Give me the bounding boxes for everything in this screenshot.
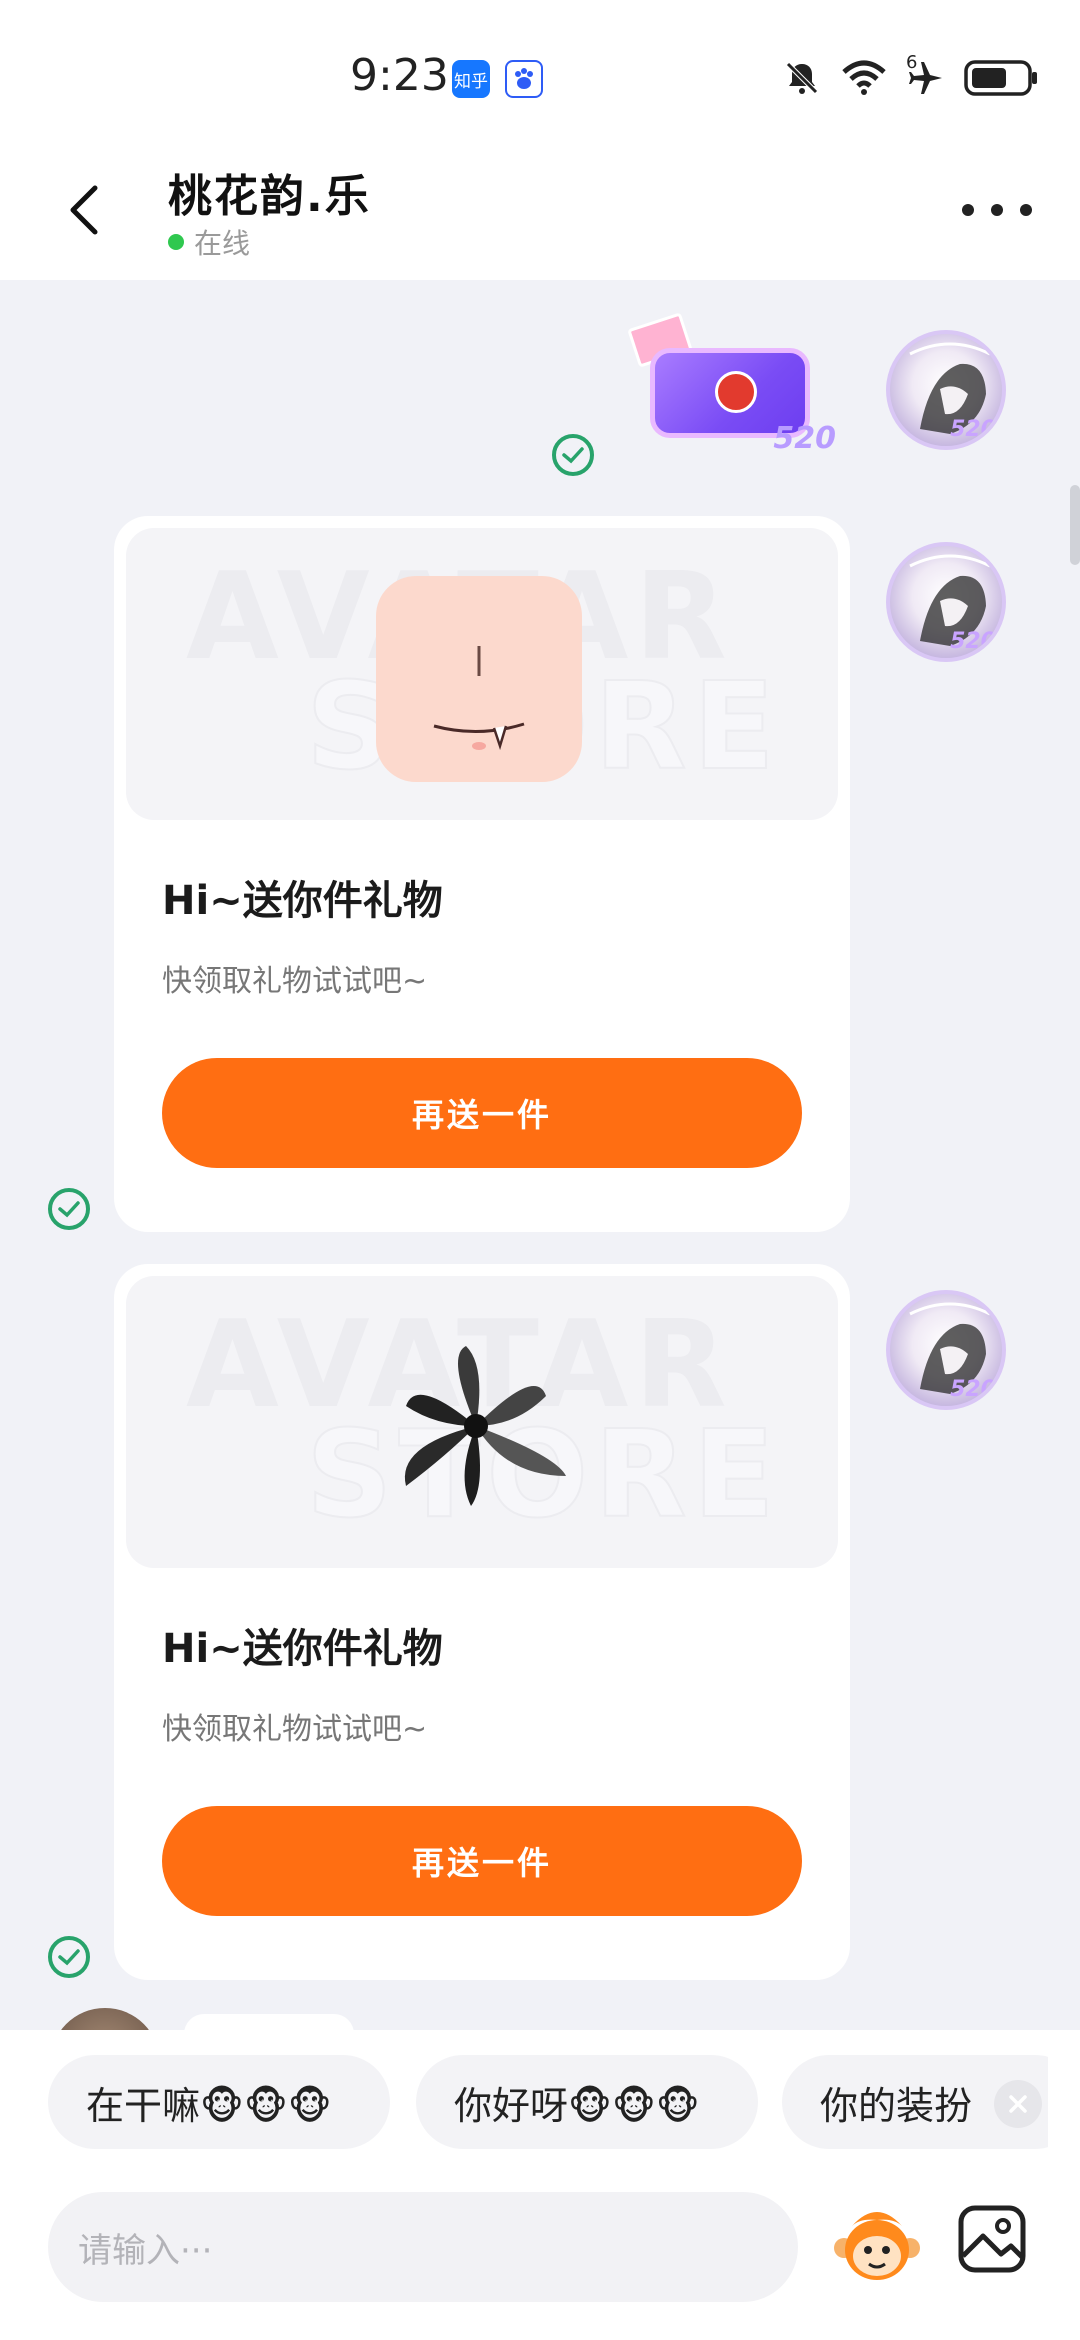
read-check-icon — [552, 434, 594, 476]
back-button[interactable] — [55, 180, 115, 240]
more-options-button[interactable] — [962, 190, 1032, 230]
contact-name[interactable]: 桃花韵.乐 — [168, 160, 371, 224]
gift-card[interactable]: AVATAR STORE Hi~送你件礼物 快领取礼物试试吧~ 再送一件 — [114, 516, 850, 1232]
gift-subtitle: 快领取礼物试试吧~ — [162, 964, 428, 999]
quick-reply-row[interactable]: 在干嘛🐵🐵🐵 你好呀🐵🐵🐵 你的装扮 — [48, 2055, 1048, 2151]
gift-preview: AVATAR STORE — [126, 1276, 838, 1568]
avatar-badge: 520 — [950, 417, 996, 442]
chat-header: 桃花韵.乐 在线 — [0, 150, 1080, 280]
image-icon — [958, 2205, 1026, 2273]
sticker-message[interactable]: 520 — [627, 312, 840, 456]
read-check-icon — [48, 1936, 90, 1978]
wifi-icon — [842, 60, 886, 95]
black-flower-icon — [404, 1346, 566, 1506]
close-icon — [1009, 2095, 1027, 2113]
online-dot-icon — [168, 234, 184, 250]
gift-preview: AVATAR STORE — [126, 528, 838, 820]
gift-subtitle: 快领取礼物试试吧~ — [162, 1712, 428, 1747]
sticker-character-icon — [715, 371, 757, 413]
image-picker-button[interactable] — [955, 2202, 1029, 2276]
online-status-text: 在线 — [194, 227, 251, 260]
avatar[interactable]: 520 — [886, 330, 1006, 450]
signal-label: 6 — [906, 52, 918, 73]
dot-icon — [962, 204, 974, 216]
emoji-button[interactable] — [832, 2198, 922, 2288]
status-icons: 6 — [782, 52, 1040, 98]
face-mouth-icon — [376, 576, 582, 782]
avatar-badge: 520 — [950, 1377, 996, 1402]
scrollbar-thumb[interactable] — [1070, 485, 1080, 565]
read-check-icon — [48, 1188, 90, 1230]
quick-reply-chip[interactable]: 你好呀🐵🐵🐵 — [416, 2055, 758, 2149]
send-another-button[interactable]: 再送一件 — [162, 1058, 802, 1168]
dot-icon — [1020, 204, 1032, 216]
monkey-face-icon — [834, 2212, 920, 2280]
status-time: 9:23 — [350, 50, 449, 101]
mute-bell-icon — [786, 62, 818, 94]
send-another-button[interactable]: 再送一件 — [162, 1806, 802, 1916]
status-bar: 9:23 知乎 6 — [0, 0, 1080, 150]
chat-message-list[interactable]: 520 520 520 520 AVATAR STORE Hi~送你件礼物 快领… — [0, 280, 1080, 2118]
gift-title: Hi~送你件礼物 — [162, 878, 443, 924]
zhihu-app-icon: 知乎 — [452, 60, 490, 98]
avatar[interactable]: 520 — [886, 1290, 1006, 1410]
baidu-app-icon — [505, 60, 543, 98]
composer-panel: 在干嘛🐵🐵🐵 你好呀🐵🐵🐵 你的装扮 请输入··· — [0, 2030, 1080, 2340]
close-quick-replies-button[interactable] — [994, 2080, 1042, 2128]
online-status: 在线 — [168, 222, 250, 262]
gift-card[interactable]: AVATAR STORE Hi~送你件礼物 快领取礼物试试吧~ 再送一件 — [114, 1264, 850, 1980]
battery-icon — [964, 60, 1037, 96]
message-input[interactable]: 请输入··· — [48, 2192, 798, 2302]
quick-reply-chip[interactable]: 在干嘛🐵🐵🐵 — [48, 2055, 390, 2149]
chevron-left-icon — [70, 185, 98, 235]
gift-title: Hi~送你件礼物 — [162, 1626, 443, 1672]
avatar[interactable]: 520 — [886, 542, 1006, 662]
sticker-number: 520 — [773, 421, 836, 456]
avatar-badge: 520 — [950, 629, 996, 654]
dot-icon — [991, 204, 1003, 216]
